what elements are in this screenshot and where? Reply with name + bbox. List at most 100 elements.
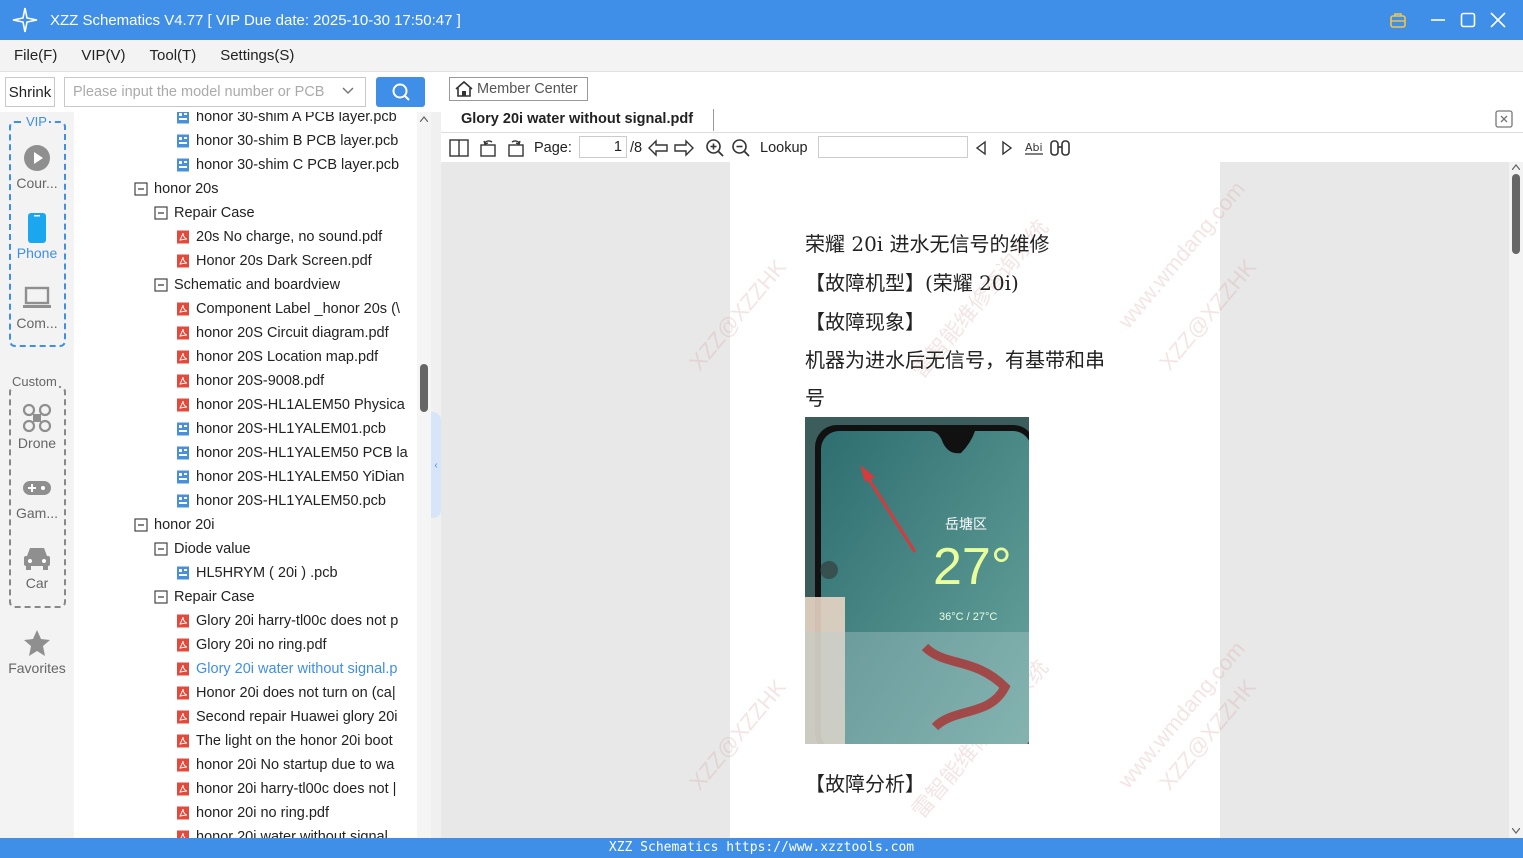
- pdf-file-icon: [176, 758, 190, 772]
- custom-group-label: Custom: [10, 374, 59, 389]
- tree-item-label: 20s No charge, no sound.pdf: [196, 229, 383, 245]
- member-center-button[interactable]: Member Center: [449, 77, 588, 101]
- collapse-handle[interactable]: ‹: [431, 412, 441, 518]
- rotate-left-icon[interactable]: [479, 134, 499, 162]
- page-number-input[interactable]: 1: [579, 136, 627, 158]
- tree-folder[interactable]: Diode value: [154, 537, 251, 561]
- category-computer[interactable]: Com...: [0, 281, 74, 331]
- tree-file-pdf[interactable]: honor 20S-9008.pdf: [176, 369, 324, 393]
- find-all-icon[interactable]: [1049, 134, 1071, 162]
- category-game[interactable]: Gam...: [0, 471, 74, 521]
- tree-file-pcb[interactable]: honor 30-shim C PCB layer.pcb: [176, 153, 399, 177]
- tree-item-label: honor 20s: [154, 181, 219, 197]
- prev-page-icon[interactable]: [647, 134, 669, 162]
- tree-folder[interactable]: Repair Case: [154, 585, 255, 609]
- tree-folder[interactable]: honor 20i: [134, 513, 214, 537]
- tree-item-label: Second repair Huawei glory 20i: [196, 709, 398, 725]
- maximize-button[interactable]: [1453, 0, 1483, 40]
- menu-file[interactable]: File(F): [10, 47, 61, 64]
- tree-scroll-thumb[interactable]: [420, 364, 428, 412]
- find-next-icon[interactable]: [1000, 134, 1014, 162]
- match-case-icon[interactable]: Abi: [1024, 134, 1044, 162]
- tree-file-pdf[interactable]: Glory 20i no ring.pdf: [176, 633, 327, 657]
- shrink-button[interactable]: Shrink: [5, 77, 55, 107]
- tree-file-pdf[interactable]: honor 20i water without signal.: [176, 825, 392, 838]
- zoom-out-icon[interactable]: [731, 134, 751, 162]
- doc-line: 机器为进水后无信号，有基带和串: [805, 348, 1105, 372]
- home-icon: [455, 80, 473, 97]
- category-phone[interactable]: Phone: [0, 211, 74, 261]
- tree-file-pdf[interactable]: The light on the honor 20i boot: [176, 729, 393, 753]
- close-button[interactable]: [1483, 0, 1513, 40]
- collapse-icon[interactable]: [134, 518, 148, 532]
- next-page-icon[interactable]: [673, 134, 695, 162]
- collapse-icon[interactable]: [154, 590, 168, 604]
- page-total: /8: [630, 140, 643, 156]
- zoom-in-icon[interactable]: [705, 134, 725, 162]
- rotate-right-icon[interactable]: [505, 134, 525, 162]
- category-favorites[interactable]: Favorites: [0, 626, 74, 676]
- category-drone[interactable]: Drone: [0, 401, 74, 451]
- menu-settings[interactable]: Settings(S): [216, 47, 298, 64]
- tree-file-pdf[interactable]: Honor 20i does not turn on (ca|: [176, 681, 396, 705]
- status-bar: XZZ Schematics https://www.xzztools.com: [0, 838, 1523, 858]
- tree-item-label: honor 20i no ring.pdf: [196, 805, 330, 821]
- tree-file-pcb[interactable]: honor 20S-HL1YALEM50.pcb: [176, 489, 386, 513]
- tree-file-pdf[interactable]: honor 20i harry-tl00c does not |: [176, 777, 396, 801]
- tree-file-pdf[interactable]: Glory 20i water without signal.p: [176, 657, 398, 681]
- tab-document[interactable]: Glory 20i water without signal.pdf: [461, 111, 693, 127]
- tree-file-pdf[interactable]: Honor 20s Dark Screen.pdf: [176, 249, 372, 273]
- tree-item-label: honor 20S Location map.pdf: [196, 349, 379, 365]
- tree-scrollbar[interactable]: [417, 112, 431, 838]
- pcb-file-icon: [176, 422, 190, 436]
- tree-file-pdf[interactable]: Component Label _honor 20s (\: [176, 297, 400, 321]
- vip-bag-icon[interactable]: [1383, 0, 1413, 40]
- toggle-panel-icon[interactable]: [449, 134, 469, 162]
- menu-vip[interactable]: VIP(V): [77, 47, 129, 64]
- tree-file-pcb[interactable]: honor 30-shim A PCB layer.pcb: [176, 112, 397, 129]
- tree-file-pdf[interactable]: honor 20i no ring.pdf: [176, 801, 329, 825]
- tree-file-pdf[interactable]: honor 20S Circuit diagram.pdf: [176, 321, 389, 345]
- tree-file-pdf[interactable]: honor 20i No startup due to wa: [176, 753, 394, 777]
- collapse-icon[interactable]: [154, 542, 168, 556]
- pdf-viewer[interactable]: XZZ@XZZHK XZZ@XZZHK XZZ@XZZHK XZZ@XZZHK …: [441, 162, 1523, 838]
- tree-file-pcb[interactable]: honor 20S-HL1YALEM50 PCB la: [176, 441, 408, 465]
- chevron-down-icon[interactable]: [341, 84, 355, 98]
- collapse-icon[interactable]: [154, 206, 168, 220]
- viewer-scrollbar[interactable]: [1509, 162, 1523, 838]
- search-button[interactable]: [376, 77, 425, 107]
- close-tab-icon[interactable]: [1495, 110, 1513, 128]
- tree-file-pdf[interactable]: Glory 20i harry-tl00c does not p: [176, 609, 398, 633]
- category-label: Favorites: [8, 660, 66, 676]
- tree-folder[interactable]: honor 20s: [134, 177, 219, 201]
- tree-item-label: HL5HRYM ( 20i ) .pcb: [196, 565, 338, 581]
- minimize-button[interactable]: [1423, 0, 1453, 40]
- collapse-icon[interactable]: [134, 182, 148, 196]
- search-input[interactable]: Please input the model number or PCB: [64, 77, 366, 107]
- viewer-scroll-thumb[interactable]: [1512, 174, 1520, 254]
- pcb-file-icon: [176, 134, 190, 148]
- lookup-input[interactable]: [818, 136, 968, 158]
- panel-splitter[interactable]: ‹: [431, 112, 441, 838]
- tree-file-pdf[interactable]: honor 20S Location map.pdf: [176, 345, 378, 369]
- tree-file-pcb[interactable]: honor 30-shim B PCB layer.pcb: [176, 129, 398, 153]
- tree-folder[interactable]: Schematic and boardview: [154, 273, 340, 297]
- tree-file-pdf[interactable]: honor 20S-HL1ALEM50 Physica: [176, 393, 405, 417]
- tree-file-pcb[interactable]: honor 20S-HL1YALEM01.pcb: [176, 417, 386, 441]
- watermark: www.wmdang.com: [1112, 176, 1250, 333]
- pdf-file-icon: [176, 614, 190, 628]
- doc-line: 【故障现象】: [805, 310, 925, 334]
- tree-file-pcb[interactable]: HL5HRYM ( 20i ) .pcb: [176, 561, 338, 585]
- tree-file-pdf[interactable]: 20s No charge, no sound.pdf: [176, 225, 382, 249]
- tree-file-pcb[interactable]: honor 20S-HL1YALEM50 YiDian: [176, 465, 405, 489]
- title-bar: XZZ Schematics V4.77 [ VIP Due date: 202…: [0, 0, 1523, 40]
- tree-folder[interactable]: Repair Case: [154, 201, 255, 225]
- tree-file-pdf[interactable]: Second repair Huawei glory 20i: [176, 705, 398, 729]
- menu-tool[interactable]: Tool(T): [146, 47, 201, 64]
- find-prev-icon[interactable]: [974, 134, 988, 162]
- tree-item-label: honor 20S-HL1YALEM50 PCB la: [196, 445, 408, 461]
- collapse-icon[interactable]: [154, 278, 168, 292]
- category-car[interactable]: Car: [0, 541, 74, 591]
- category-sidebar: VIP Custom Cour... Phone Com... Drone Ga…: [0, 112, 74, 838]
- category-courses[interactable]: Cour...: [0, 141, 74, 191]
